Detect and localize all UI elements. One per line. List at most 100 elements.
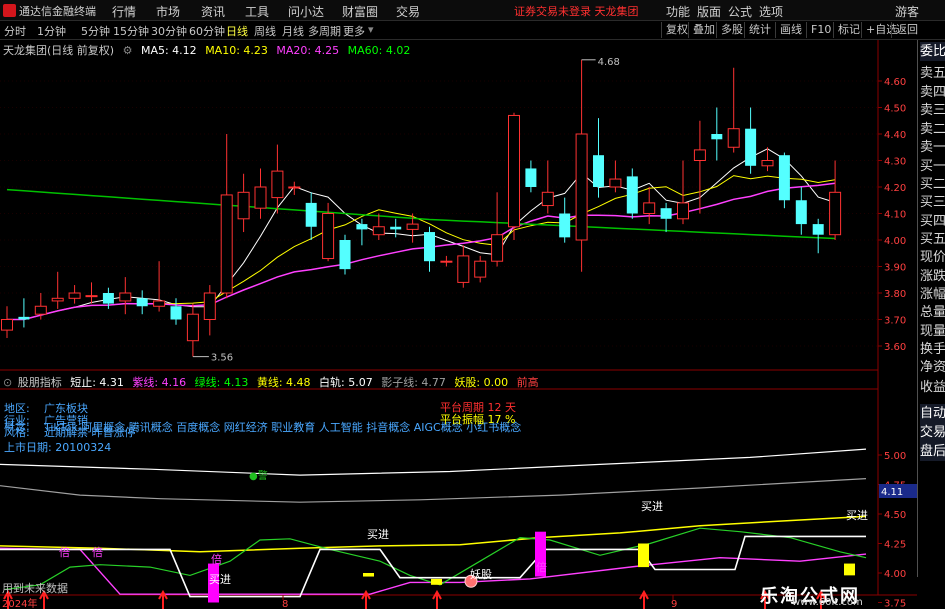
candle-down [593, 155, 604, 187]
watermark: 乐淘公式网 www.60lt.com [760, 577, 917, 609]
y-tick-label: 4.30 [884, 157, 906, 168]
demon-stock-label: 妖股 [470, 567, 492, 581]
right-tab[interactable]: 卖四 [920, 83, 945, 102]
double-signal-label: 倍 [536, 560, 547, 574]
buy-signal-label: 买进 [209, 573, 231, 586]
right-tab[interactable]: 卖三 [920, 101, 945, 120]
right-tab[interactable]: 买五 [920, 230, 945, 249]
y-tick-label: 3.70 [884, 316, 906, 327]
y-tick-label: 4.00 [884, 236, 906, 247]
right-tab[interactable]: 涨幅 [920, 285, 945, 304]
y-tick-label: 4.10 [884, 210, 906, 221]
candle-down [18, 316, 30, 320]
platform-cycle: 平台周期 12 天 [440, 400, 516, 414]
y-tick-label: 3.60 [884, 342, 906, 353]
candle-up [761, 160, 774, 167]
right-tab[interactable]: 卖五 [920, 64, 945, 83]
y-tick-label: 4.50 [884, 104, 906, 115]
concept-label: 概念: [4, 419, 30, 433]
right-tab[interactable]: 总量 [920, 303, 945, 322]
candle-down [660, 208, 672, 219]
white-rail-line [0, 448, 867, 476]
y-tick-label: 4.25 [884, 540, 906, 551]
candle-down [812, 224, 824, 235]
watermark-url: www.60lt.com [792, 597, 863, 608]
buy-signal-label: 买进 [367, 528, 389, 541]
right-tab[interactable]: 净资 [920, 358, 945, 377]
candle-up [541, 191, 554, 207]
right-tab[interactable]: 盘后 [920, 442, 945, 461]
right-tab[interactable]: 现价 [920, 248, 945, 267]
candle-up [474, 260, 487, 278]
right-tab[interactable]: 自动 [920, 404, 945, 423]
candle-up [186, 313, 199, 342]
candle-up [643, 202, 656, 214]
right-tab[interactable]: 卖一 [920, 138, 945, 157]
candle-down [339, 240, 351, 270]
y-tick-label: 3.80 [884, 289, 906, 300]
right-tab[interactable]: 买一 [920, 157, 945, 176]
right-tab[interactable]: 委比 [920, 42, 945, 61]
right-tab[interactable]: 收益 [920, 378, 945, 397]
right-quote-tabs: 委比卖五 卖四 卖三 卖二 卖一 买一 买二 买三 买四 买五 现价 涨跌 涨幅 总量 现量 换手 净资 收益自动… [917, 40, 945, 577]
candle-down [305, 202, 317, 227]
right-tab[interactable]: 买二 [920, 175, 945, 194]
y-tick-label: 4.40 [884, 130, 906, 141]
ma60-line [6, 188, 836, 240]
candle-up [203, 292, 216, 320]
right-tab[interactable]: 涨跌 [920, 267, 945, 286]
right-tab[interactable]: 卖二 [920, 120, 945, 139]
candle-up [677, 202, 689, 220]
candle-up [693, 149, 706, 161]
y-tick-label: 4.60 [884, 77, 906, 88]
date-axis-start: 2024年 [2, 597, 37, 609]
buy-arrow-icon [432, 589, 442, 609]
y-tick-label: 4.20 [884, 183, 906, 194]
candle-up [372, 226, 385, 236]
candle-up [440, 260, 453, 263]
candle-up [271, 170, 284, 199]
region-value: 广东板块 [44, 401, 88, 415]
candle-up [575, 133, 588, 241]
buy-arrow-icon [639, 589, 649, 609]
candle-up [68, 292, 81, 299]
purple-line [0, 547, 867, 595]
candle-up [237, 191, 250, 220]
candle-down [102, 293, 114, 304]
candle-up [153, 300, 166, 307]
low-marker: 3.56 [211, 353, 233, 364]
current-value: 4.11 [881, 487, 903, 498]
right-tab[interactable]: 买三 [920, 193, 945, 212]
candle-up [508, 114, 520, 228]
right-tab[interactable]: 现量 [920, 322, 945, 341]
candle-down [136, 298, 148, 307]
candle-up [51, 297, 64, 302]
kline-chart[interactable]: 4.60 4.50 4.40 4.30 4.20 4.10 4.00 3.90 3.80 3.70… [0, 0, 945, 609]
signal-block-yellow [363, 573, 374, 577]
signal-block-yellow [638, 543, 649, 568]
candle-up [322, 213, 335, 260]
candle-up [288, 186, 301, 189]
candle-down [559, 213, 571, 238]
candle-down [390, 226, 402, 230]
future-data-warning: 用到未来数据 [2, 581, 68, 595]
candle-up [406, 223, 419, 230]
right-tab[interactable]: 交易 [920, 423, 945, 442]
candle-up [34, 305, 47, 315]
y-tick-label: 4.50 [884, 510, 906, 521]
right-tab[interactable]: 买四 [920, 212, 945, 231]
warning-marker: ●警 [249, 469, 268, 482]
right-tab[interactable]: 换手 [920, 340, 945, 359]
candle-down [745, 128, 757, 166]
buy-signal-label: 买进 [846, 509, 868, 522]
candle-down [424, 232, 435, 262]
candle-up [119, 292, 132, 302]
candle-up [609, 178, 622, 188]
double-signal-label: 倍 [59, 545, 70, 559]
candle-up [727, 128, 740, 148]
y-tick-label: 5.00 [884, 451, 906, 462]
buy-signal-label: 买进 [641, 500, 663, 513]
candle-down [778, 155, 790, 201]
candle-down [795, 200, 807, 225]
month-label: 9 [671, 599, 677, 609]
